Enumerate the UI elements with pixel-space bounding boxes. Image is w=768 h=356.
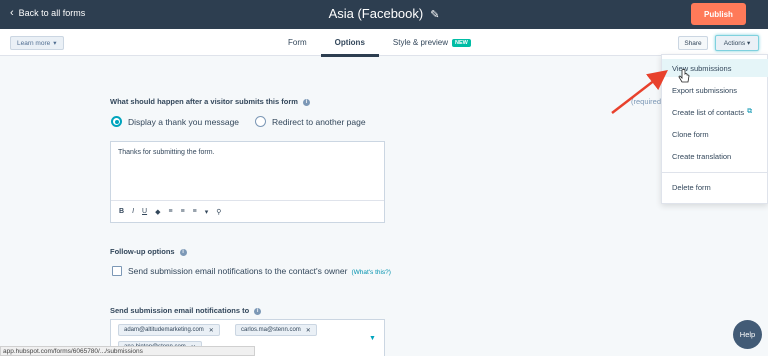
caret-down-icon: ▾ xyxy=(53,40,57,47)
actions-label: Actions xyxy=(723,39,746,47)
after-submit-question: What should happen after a visitor submi… xyxy=(110,97,310,106)
owner-notification-checkbox[interactable] xyxy=(112,266,122,276)
numbered-list-icon[interactable]: ≡ xyxy=(193,208,197,215)
top-bar: ‹ Back to all forms Asia (Facebook) ✎ Pub… xyxy=(0,0,768,29)
recipient-email: adam@altitudemarketing.com xyxy=(124,327,204,333)
radio-redirect-label[interactable]: Redirect to another page xyxy=(272,117,366,127)
radio-thank-you[interactable] xyxy=(111,116,122,127)
menu-item-create-list[interactable]: Create list of contacts ⧉ xyxy=(662,103,768,121)
caret-down-icon[interactable]: ▼ xyxy=(369,335,376,342)
form-title[interactable]: Asia (Facebook) xyxy=(329,6,424,21)
external-link-icon: ⧉ xyxy=(747,108,753,115)
bold-icon[interactable]: B xyxy=(119,208,124,215)
publish-button[interactable]: Publish xyxy=(691,3,746,25)
required-indicator: (required) xyxy=(631,97,664,106)
menu-item-view-submissions[interactable]: View submissions xyxy=(662,59,768,77)
recipient-chip: adam@altitudemarketing.com ✕ xyxy=(118,324,220,336)
info-icon[interactable]: i xyxy=(302,99,310,106)
notifications-label-text: Send submission email notifications to xyxy=(110,306,250,315)
align-icon[interactable]: ≡ xyxy=(168,208,172,215)
more-dropdown-icon[interactable]: ▾ xyxy=(205,208,209,216)
tab-form[interactable]: Form xyxy=(274,29,321,56)
radio-redirect[interactable] xyxy=(255,116,266,127)
color-icon[interactable]: ◆ xyxy=(155,208,160,216)
menu-item-create-list-label: Create list of contacts xyxy=(672,107,745,117)
close-icon[interactable]: ✕ xyxy=(209,327,214,334)
list-icon[interactable]: ≡ xyxy=(181,208,185,215)
thank-you-message[interactable]: Thanks for submitting the form. xyxy=(118,149,214,156)
italic-icon[interactable]: I xyxy=(132,208,134,215)
sub-navigation: Learn more ▾ Form Options Style & previe… xyxy=(0,29,768,57)
thank-you-editor[interactable]: Thanks for submitting the form. B I U ◆ … xyxy=(110,141,385,223)
menu-item-delete-form[interactable]: Delete form xyxy=(662,178,768,196)
browser-status-url: app.hubspot.com/forms/6065780/.../submis… xyxy=(0,346,255,356)
tab-bar: Form Options Style & preview NEW xyxy=(274,29,485,57)
radio-thank-you-label[interactable]: Display a thank you message xyxy=(128,117,239,127)
recipient-chip: carlos.ma@stenn.com ✕ xyxy=(235,324,317,336)
close-icon[interactable]: ✕ xyxy=(306,327,311,334)
recipient-email: carlos.ma@stenn.com xyxy=(241,327,301,333)
info-icon[interactable]: i xyxy=(179,249,187,256)
owner-notification-text: Send submission email notifications to t… xyxy=(128,266,348,276)
notifications-label: Send submission email notifications to i xyxy=(110,306,262,315)
learn-more-button[interactable]: Learn more ▾ xyxy=(10,36,64,50)
actions-dropdown-menu: View submissions Export submissions Crea… xyxy=(661,54,768,204)
form-title-area: Asia (Facebook) ✎ xyxy=(0,6,768,21)
tab-style-preview-label: Style & preview xyxy=(392,38,449,47)
link-icon[interactable]: ⚲ xyxy=(216,208,221,216)
caret-down-icon: ▾ xyxy=(746,40,751,47)
info-icon[interactable]: i xyxy=(254,308,262,315)
followup-label-text: Follow-up options xyxy=(110,247,175,256)
pencil-icon[interactable]: ✎ xyxy=(430,8,439,21)
actions-button[interactable]: Actions ▾ xyxy=(715,35,759,51)
menu-item-clone-form[interactable]: Clone form xyxy=(662,125,768,143)
new-badge: NEW xyxy=(452,38,471,47)
followup-label: Follow-up options i xyxy=(110,247,187,256)
tab-options[interactable]: Options xyxy=(320,29,380,57)
help-button[interactable]: Help xyxy=(733,320,762,349)
underline-icon[interactable]: U xyxy=(142,208,147,215)
tab-style-preview[interactable]: Style & preview NEW xyxy=(379,29,485,56)
menu-item-create-translation[interactable]: Create translation xyxy=(662,147,768,165)
editor-toolbar: B I U ◆ ≡ ≡ ≡ ▾ ⚲ xyxy=(111,200,384,222)
share-button[interactable]: Share xyxy=(678,36,708,50)
menu-divider xyxy=(662,172,768,173)
learn-more-label: Learn more xyxy=(17,39,51,47)
whats-this-link[interactable]: (What's this?) xyxy=(351,269,391,276)
menu-item-export-submissions[interactable]: Export submissions xyxy=(662,81,768,99)
owner-notification-label: Send submission email notifications to t… xyxy=(128,266,391,276)
after-submit-question-text: What should happen after a visitor submi… xyxy=(110,97,298,106)
